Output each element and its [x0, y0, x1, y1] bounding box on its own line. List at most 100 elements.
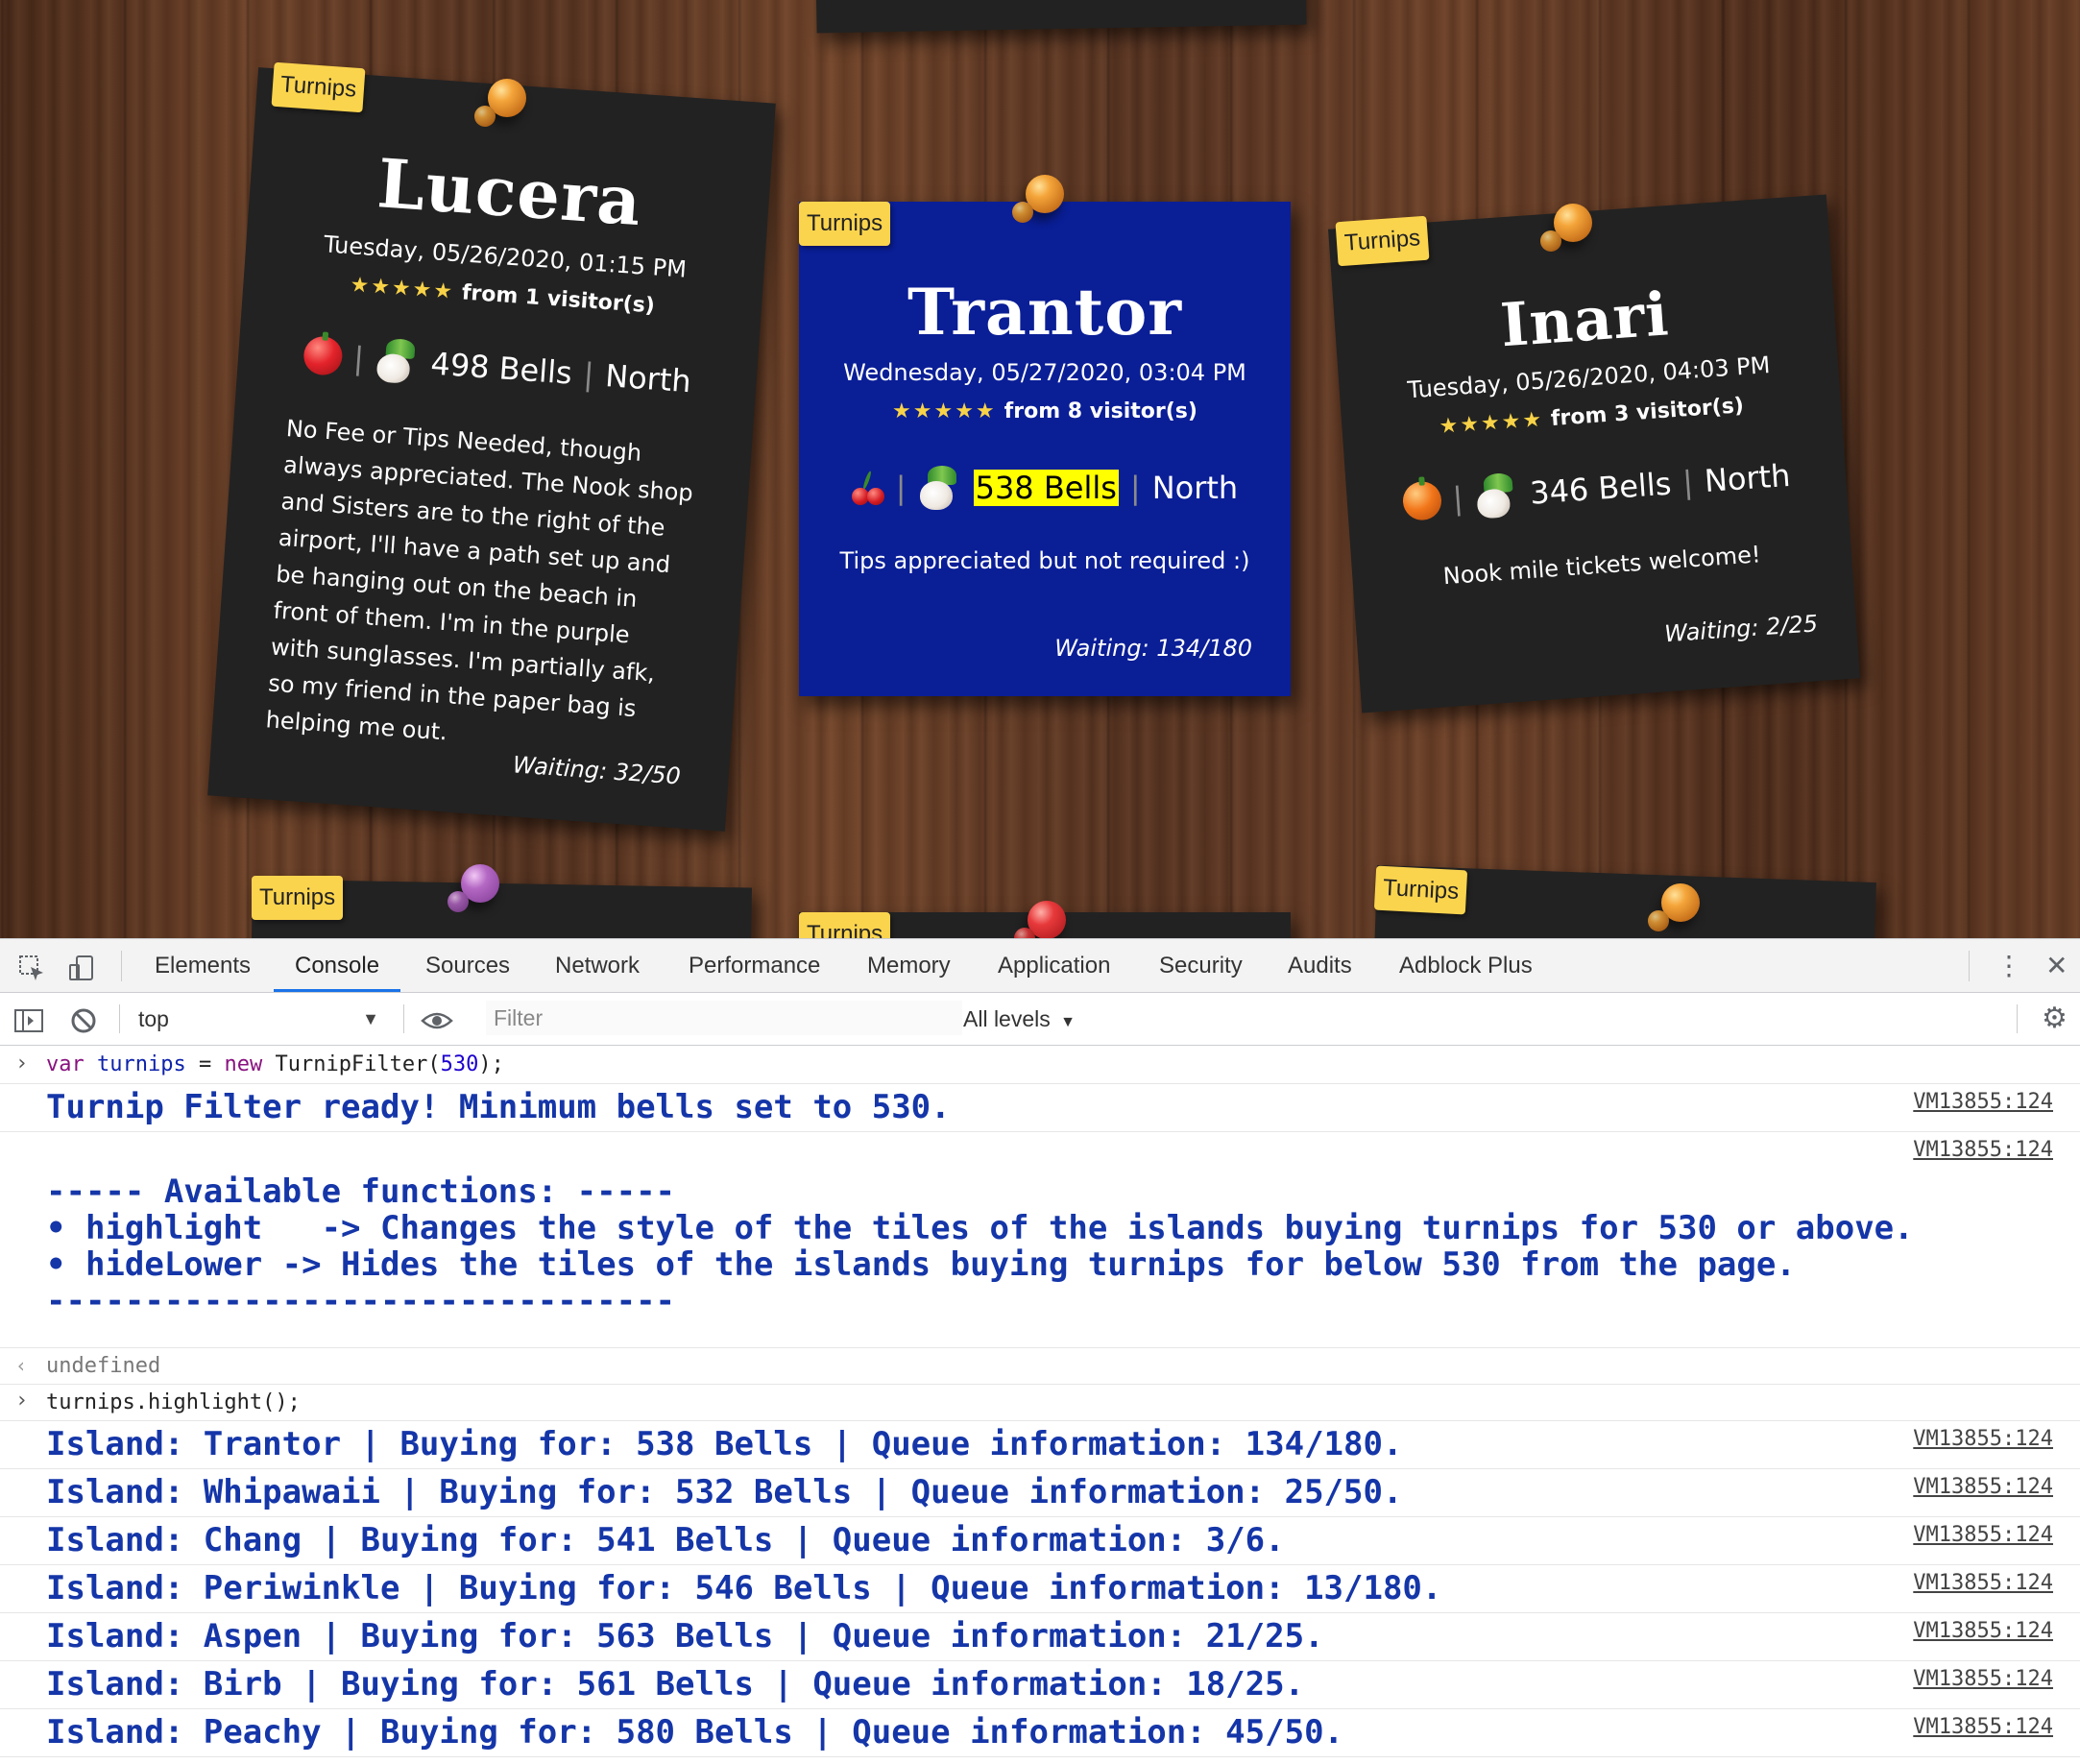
orange-pushpin-icon — [474, 79, 526, 127]
cherry-icon — [851, 470, 884, 505]
tab-audits[interactable]: Audits — [1288, 939, 1352, 992]
input-prompt-icon: › — [15, 1051, 29, 1075]
tab-security[interactable]: Security — [1159, 939, 1243, 992]
context-selector[interactable]: top ▼ — [125, 993, 389, 1045]
toolbar-divider — [403, 1004, 404, 1033]
console-log-line: Island: Birb | Buying for: 561 Bells | Q… — [0, 1661, 2080, 1709]
queue-waiting: Waiting: 2/25 — [1663, 610, 1819, 648]
input-prompt-icon: › — [15, 1389, 29, 1413]
toolbar-divider — [2017, 1004, 2018, 1033]
source-link[interactable]: VM13855:124 — [1913, 1427, 2053, 1451]
direction-label: North — [1703, 456, 1792, 500]
log-message: Turnip Filter ready! Minimum bells set t… — [46, 1088, 951, 1126]
gear-icon[interactable]: ⚙ — [2042, 993, 2068, 1045]
clear-console-icon[interactable] — [69, 993, 98, 1045]
tabbar-divider — [1969, 951, 1970, 981]
source-link[interactable]: VM13855:124 — [1913, 1571, 2053, 1595]
turnips-tag: Turnips — [799, 202, 891, 246]
console-log-line: Island: Aspen | Buying for: 563 Bells | … — [0, 1613, 2080, 1661]
sidebar-toggle-icon[interactable] — [13, 993, 44, 1045]
tab-sources[interactable]: Sources — [425, 939, 510, 992]
island-datetime: Wednesday, 05/27/2020, 03:04 PM — [843, 359, 1246, 386]
source-link[interactable]: VM13855:124 — [1913, 1667, 2053, 1691]
device-toggle-icon[interactable] — [67, 939, 96, 992]
turnips-tag: Turnips — [252, 876, 344, 920]
price-row: | 346 Bells | North — [1346, 449, 1848, 528]
separator: | — [895, 470, 907, 506]
source-link[interactable]: VM13855:124 — [1913, 1619, 2053, 1643]
island-tile-partial-top[interactable] — [815, 0, 1307, 34]
turnip-icon — [1473, 472, 1520, 520]
tab-adblock-plus[interactable]: Adblock Plus — [1399, 939, 1533, 992]
log-levels-dropdown[interactable]: All levels ▼ — [963, 993, 1076, 1045]
tab-performance[interactable]: Performance — [689, 939, 820, 992]
page-viewport: Lucera Tuesday, 05/26/2020, 01:15 PM ★★★… — [0, 0, 2080, 938]
console-log-line: Island: Chang | Buying for: 541 Bells | … — [0, 1517, 2080, 1565]
turnips-tag: Turnips — [1373, 865, 1468, 915]
return-value: undefined — [46, 1354, 161, 1378]
source-link[interactable]: VM13855:124 — [1913, 1523, 2053, 1547]
price-row: | 538 Bells | North — [799, 466, 1291, 510]
tab-memory[interactable]: Memory — [867, 939, 951, 992]
log-message: Island: Whipawaii | Buying for: 532 Bell… — [46, 1473, 1403, 1511]
log-message: • hideLower -> Hides the tiles of the is… — [46, 1245, 1796, 1284]
orange-pushpin-icon — [1012, 175, 1064, 223]
island-tile-trantor[interactable]: Trantor Wednesday, 05/27/2020, 03:04 PM … — [799, 202, 1291, 696]
separator: | — [1681, 463, 1695, 501]
island-tile-lucera[interactable]: Lucera Tuesday, 05/26/2020, 01:15 PM ★★★… — [207, 67, 776, 832]
turnip-icon — [374, 337, 421, 384]
log-message: Island: Chang | Buying for: 541 Bells | … — [46, 1521, 1285, 1559]
log-message: Island: Aspen | Buying for: 563 Bells | … — [46, 1617, 1324, 1655]
queue-waiting: Waiting: 134/180 — [1054, 635, 1252, 662]
devtools-panel: Elements Console Sources Network Perform… — [0, 938, 2080, 1764]
apple-icon — [302, 331, 344, 376]
direction-label: North — [604, 357, 692, 400]
toolbar-divider — [119, 1004, 120, 1033]
tab-elements[interactable]: Elements — [155, 939, 251, 992]
log-message: -------------------------------- — [46, 1282, 676, 1320]
inspect-element-icon[interactable] — [17, 939, 46, 992]
console-log-line: Island: Peachy | Buying for: 580 Bells |… — [0, 1709, 2080, 1757]
log-message: Island: Peachy | Buying for: 580 Bells |… — [46, 1713, 1344, 1752]
separator: | — [1451, 479, 1464, 518]
orange-fruit-icon — [1401, 476, 1443, 521]
island-tile-inari[interactable]: Inari Tuesday, 05/26/2020, 04:03 PM ★★★★… — [1328, 194, 1860, 713]
devtools-tabbar: Elements Console Sources Network Perform… — [0, 939, 2080, 993]
tab-console[interactable]: Console — [274, 939, 401, 992]
source-link[interactable]: VM13855:124 — [1913, 1090, 2053, 1114]
return-arrow-icon: ‹ — [15, 1354, 28, 1377]
console-output: › var turnips = new TurnipFilter(530); T… — [0, 1046, 2080, 1764]
more-vertical-icon[interactable]: ⋮ — [1995, 939, 2022, 992]
separator: | — [351, 339, 366, 377]
log-message: Island: Periwinkle | Buying for: 546 Bel… — [46, 1569, 1442, 1607]
tabbar-divider — [121, 951, 122, 981]
close-icon[interactable]: ✕ — [2045, 939, 2068, 992]
bells-price-highlighted: 538 Bells — [973, 470, 1119, 506]
star-rating-icon: ★★★★★ — [1438, 407, 1544, 440]
console-log-line: Turnip Filter ready! Minimum bells set t… — [0, 1084, 2080, 1132]
orange-pushpin-icon — [1540, 204, 1592, 252]
filter-input[interactable] — [486, 1001, 962, 1035]
source-link[interactable]: VM13855:124 — [1913, 1715, 2053, 1739]
console-return-line: ‹ undefined — [0, 1348, 2080, 1385]
island-description: No Fee or Tips Needed, though always app… — [264, 415, 694, 746]
separator: | — [1129, 470, 1141, 506]
console-command: var turnips = new TurnipFilter(530); — [46, 1052, 504, 1076]
source-link[interactable]: VM13855:124 — [1913, 1138, 2053, 1162]
bells-price: 346 Bells — [1528, 465, 1673, 512]
console-input-line: › turnips.highlight(); — [0, 1385, 2080, 1421]
console-toolbar: top ▼ All levels ▼ ⚙ — [0, 993, 2080, 1046]
console-log-line: Island: Whipawaii | Buying for: 532 Bell… — [0, 1469, 2080, 1517]
island-name: Trantor — [907, 275, 1183, 350]
source-link[interactable]: VM13855:124 — [1913, 1475, 2053, 1499]
direction-label: North — [1151, 470, 1239, 506]
live-expression-eye-icon[interactable] — [421, 993, 453, 1045]
tab-application[interactable]: Application — [998, 939, 1110, 992]
log-levels-label: All levels — [963, 1006, 1051, 1031]
tab-network[interactable]: Network — [555, 939, 640, 992]
console-log-line: Island: Periwinkle | Buying for: 546 Bel… — [0, 1565, 2080, 1613]
price-row: | 498 Bells | North — [237, 327, 758, 408]
separator: | — [582, 355, 595, 394]
rating-row: ★★★★★ from 8 visitor(s) — [799, 399, 1291, 423]
turnip-icon — [918, 466, 962, 510]
